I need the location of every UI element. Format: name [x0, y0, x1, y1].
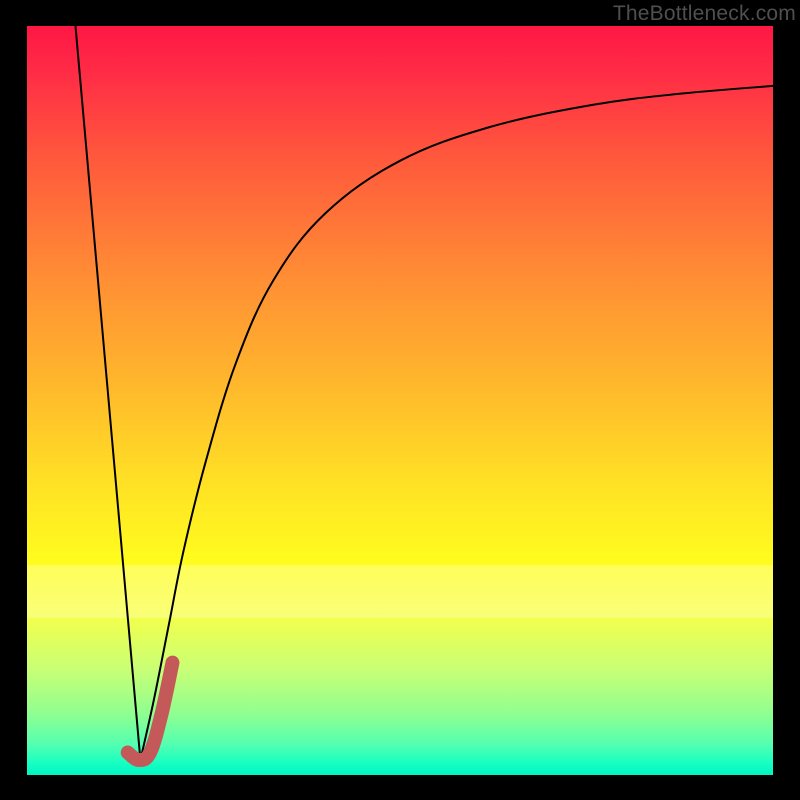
curves-svg	[27, 26, 773, 775]
watermark-text: TheBottleneck.com	[613, 2, 796, 25]
chart-frame: TheBottleneck.com	[0, 0, 800, 800]
plot-area	[27, 26, 773, 775]
left-line	[75, 26, 140, 760]
right-curve	[140, 86, 773, 760]
watermark: TheBottleneck.com	[613, 2, 796, 26]
highlight-j	[128, 663, 173, 760]
